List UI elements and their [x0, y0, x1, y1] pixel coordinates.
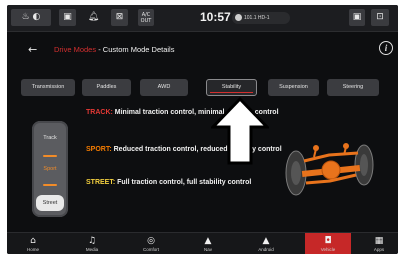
nav-label: Media [85, 247, 99, 252]
nav-label: Nav [203, 247, 212, 252]
ac-label-bottom: OUT [140, 18, 152, 24]
sport-key: SPORT: [86, 146, 112, 153]
navigation-icon: ▲ [204, 236, 212, 246]
heated-window-button[interactable]: ⊠ [111, 9, 128, 26]
nav-android-auto[interactable]: ▲ Android [251, 233, 281, 254]
steering-heat-icon: ♨ ◐ [21, 12, 41, 22]
nav-media[interactable]: ♫ Media [80, 233, 104, 254]
seat-cool-button[interactable]: ⊡ [371, 9, 389, 26]
comfort-icon: ◎ [147, 236, 155, 246]
radio-station-pill[interactable]: 101.1 HD-1 [232, 12, 290, 24]
android-auto-icon: ▲ [262, 236, 270, 246]
tab-stability[interactable]: Stability [206, 79, 257, 96]
home-icon: ⌂ [30, 236, 36, 246]
tab-label: AWD [157, 84, 171, 90]
nav-navigation[interactable]: ▲ Nav [196, 233, 220, 254]
radio-station-label: 101.1 HD-1 [244, 15, 270, 21]
vehicle-icon: ◘ [324, 236, 332, 246]
seat-heat-icon: ▣ [63, 12, 72, 22]
nav-label: Vehicle [320, 247, 336, 252]
notifications-button[interactable]: 🔔︎ [86, 9, 101, 26]
street-text: Full traction control, full stability co… [115, 179, 252, 186]
seat-heat-passenger-button[interactable]: ▣ [349, 9, 365, 26]
selector-option-street: Street [42, 200, 58, 206]
bell-icon: 🔔︎ [87, 12, 100, 22]
nav-comfort[interactable]: ◎ Comfort [137, 233, 165, 254]
seat-cool-icon: ⊡ [376, 12, 384, 22]
street-description: STREET: Full traction control, full stab… [86, 179, 286, 188]
status-bar: ♨ ◐ ▣ 🔔︎ ⊠ A/C OUT 10:57 101.1 HD-1 ▣ ⊡ [7, 5, 398, 32]
selector-tick [43, 155, 57, 157]
breadcrumb-separator: - [96, 45, 103, 54]
nav-label: Home [26, 247, 39, 252]
radio-icon [235, 14, 242, 22]
bottom-nav: ⌂ Home ♫ Media ◎ Comfort ▲ Nav ▲ Android… [7, 232, 398, 254]
nav-label: Comfort [142, 247, 159, 252]
ac-out-button[interactable]: A/C OUT [138, 9, 154, 26]
tab-awd[interactable]: AWD [140, 79, 188, 96]
tab-label: Stability [221, 84, 242, 90]
nav-home[interactable]: ⌂ Home [21, 233, 45, 254]
nav-label: Android [258, 247, 274, 252]
steering-heat-button[interactable]: ♨ ◐ [11, 9, 51, 26]
heated-window-icon: ⊠ [115, 12, 124, 22]
selector-option-track[interactable]: Track [32, 135, 68, 141]
nav-apps[interactable]: ▦ Apps [367, 233, 391, 254]
tab-transmission[interactable]: Transmission [21, 79, 75, 96]
selector-tick [43, 184, 57, 186]
street-key: STREET: [86, 179, 116, 186]
tab-paddles[interactable]: Paddles [82, 79, 131, 96]
selector-option-sport[interactable]: Sport [32, 166, 68, 172]
callout-arrow-icon [211, 97, 269, 165]
stability-mode-selector[interactable]: Track Sport Street [32, 121, 68, 217]
tab-label: Transmission [31, 84, 65, 90]
tab-suspension[interactable]: Suspension [268, 79, 319, 96]
breadcrumb: Drive Modes - Custom Mode Details [54, 45, 174, 54]
tab-label: Paddles [96, 84, 117, 90]
tab-label: Suspension [279, 84, 308, 90]
apps-grid-icon: ▦ [374, 236, 384, 246]
tab-label: Steering [342, 84, 364, 90]
selector-thumb-street[interactable]: Street [36, 195, 64, 211]
nav-vehicle[interactable]: ◘ Vehicle [305, 233, 351, 254]
awd-axle-icon [285, 143, 374, 196]
info-icon[interactable]: i [379, 41, 393, 55]
track-key: TRACK: [86, 109, 113, 116]
seat-heat-icon: ▣ [352, 12, 362, 22]
nav-label: Apps [373, 247, 385, 252]
back-arrow-icon[interactable]: ← [28, 43, 37, 56]
page-title: Custom Mode Details [102, 45, 175, 54]
infotainment-screen: ♨ ◐ ▣ 🔔︎ ⊠ A/C OUT 10:57 101.1 HD-1 ▣ ⊡ … [7, 5, 398, 254]
tab-steering[interactable]: Steering [327, 79, 379, 96]
seat-heat-button[interactable]: ▣ [59, 9, 76, 26]
clock: 10:57 [200, 10, 231, 24]
breadcrumb-section[interactable]: Drive Modes [54, 45, 96, 54]
music-icon: ♫ [87, 236, 97, 246]
